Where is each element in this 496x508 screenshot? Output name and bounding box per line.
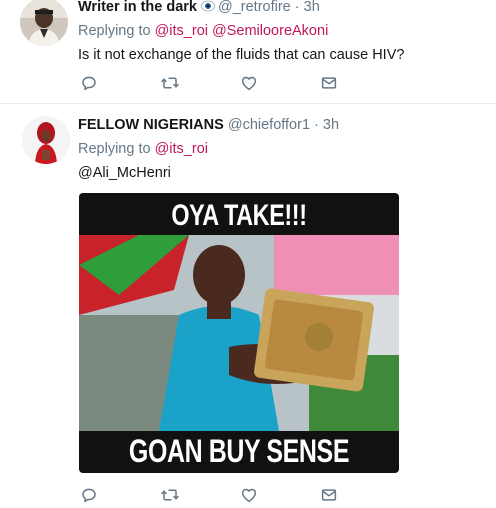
replying-to-label: Replying to [78,23,151,39]
user-handle[interactable]: @chiefoffor1 [228,117,310,133]
tweet-text-mention[interactable]: @Ali_McHenri [78,164,171,182]
separator-dot: · [314,117,319,133]
meme-photo [79,235,399,431]
replying-to: Replying to @its_roi @SemilooreAkoni [78,22,328,40]
display-name[interactable]: Writer in the dark [78,0,197,15]
tweet-media-image[interactable]: OYA TAKE!!! GOAN BUY SENSE [79,193,399,473]
user-handle[interactable]: @_retrofire [218,0,291,15]
mention-link[interactable]: @its_roi [155,23,208,39]
timestamp[interactable]: 3h [323,117,339,133]
retweet-icon[interactable] [160,74,180,94]
tweet: Writer in the dark @_retrofire · 3h Reply… [0,0,496,104]
message-icon[interactable] [320,74,340,94]
replying-to-label: Replying to [78,141,151,157]
tweet: FELLOW NIGERIANS @chiefoffor1 · 3h Reply… [0,104,496,508]
avatar[interactable] [22,116,70,164]
like-icon[interactable] [240,486,260,506]
timestamp[interactable]: 3h [304,0,320,15]
avatar-image [22,116,70,164]
display-name[interactable]: FELLOW NIGERIANS [78,117,224,133]
mention-link[interactable]: @SemilooreAkoni [212,23,328,39]
tweet-text: Is it not exchange of the fluids that ca… [78,47,405,63]
tweet-header: Writer in the dark @_retrofire · 3h [78,0,320,17]
avatar[interactable] [20,0,68,46]
meme-bottom-caption: GOAN BUY SENSE [128,433,350,469]
eye-emoji-icon [201,0,215,17]
retweet-icon[interactable] [160,486,180,506]
like-icon[interactable] [240,74,260,94]
separator-dot: · [294,0,300,15]
avatar-image [20,0,68,46]
reply-icon[interactable] [80,486,100,506]
replying-to: Replying to @its_roi [78,140,208,158]
reply-icon[interactable] [80,74,100,94]
meme-top-caption: OYA TAKE!!! [171,199,307,232]
tweet-header: FELLOW NIGERIANS @chiefoffor1 · 3h [78,116,339,134]
message-icon[interactable] [320,486,340,506]
mention-link[interactable]: @its_roi [155,141,208,157]
